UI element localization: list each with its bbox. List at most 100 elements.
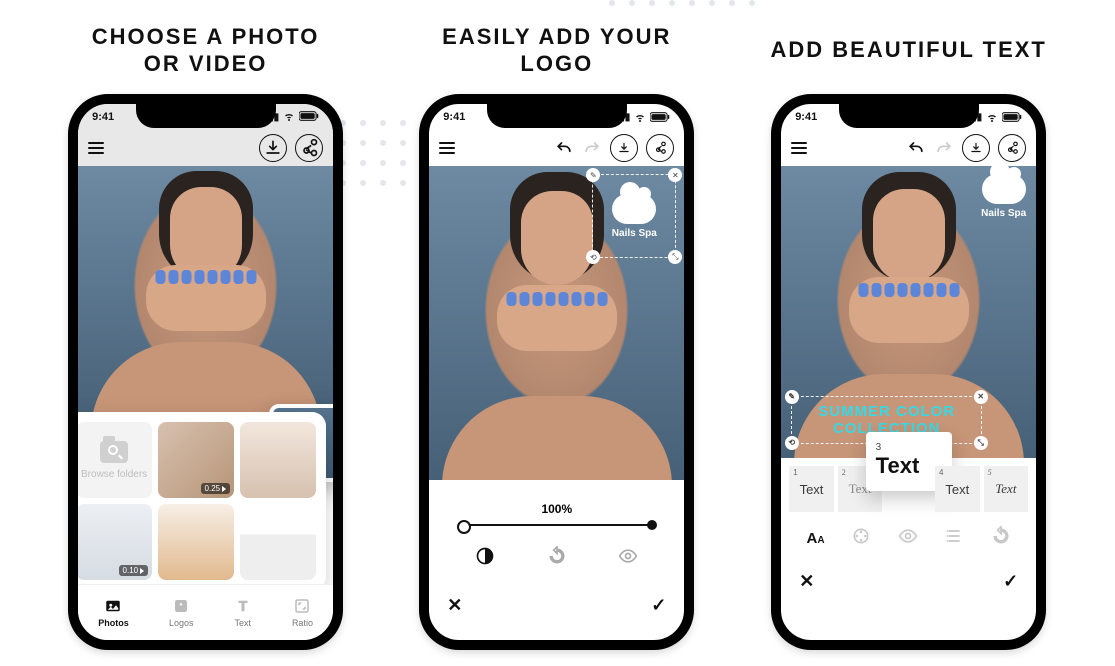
tab-label: Text (234, 618, 251, 628)
font-picker-row: 1 Text 2 Text 3 Text 4 Text (781, 458, 1036, 516)
zoom-value: 100% (541, 502, 572, 516)
font-option-5[interactable]: 5 Text (984, 466, 1029, 512)
tab-ratio[interactable]: Ratio (292, 597, 313, 628)
gallery-item[interactable] (240, 422, 316, 498)
spacing-tool[interactable] (944, 526, 964, 551)
folder-icon (100, 441, 128, 463)
share-button[interactable] (646, 134, 674, 162)
cancel-button[interactable]: ✕ (447, 595, 462, 616)
download-button[interactable] (610, 134, 638, 162)
browse-folders-cell[interactable]: Browse folders (76, 422, 152, 498)
font-index: 3 (876, 442, 942, 453)
phone-notch (487, 102, 627, 128)
battery-icon (1002, 112, 1022, 122)
logo-text: Nails Spa (612, 228, 657, 239)
top-bar (429, 130, 684, 166)
panel-add-logo: EASILY ADD YOUR LOGO 9:41 ▮▮▮▮ (419, 22, 694, 650)
menu-icon[interactable] (439, 142, 455, 154)
rotate-tool[interactable] (547, 546, 567, 571)
gallery-item[interactable] (240, 504, 316, 580)
panel-choose-photo: CHOOSE A PHOTO OR VIDEO 9:41 ▮▮▮▮ (68, 22, 343, 650)
edit-handle[interactable]: ✎ (586, 168, 600, 182)
menu-icon[interactable] (88, 142, 104, 154)
font-index: 5 (988, 468, 992, 477)
rotate-tool[interactable] (991, 526, 1011, 551)
font-sample: Text (995, 481, 1016, 497)
top-bar (781, 130, 1036, 166)
edit-handle[interactable]: ✎ (785, 390, 799, 404)
placed-logo[interactable]: Nails Spa (981, 174, 1026, 219)
download-button[interactable] (962, 134, 990, 162)
status-time: 9:41 (92, 111, 114, 123)
font-index: 2 (842, 468, 846, 477)
undo-button[interactable] (906, 138, 926, 158)
gallery-item[interactable]: 0.25 (158, 422, 234, 498)
tab-logos[interactable]: Logos (169, 597, 194, 628)
phone-frame-3: 9:41 ▮▮▮▮ (771, 94, 1046, 650)
font-sample: Text (945, 482, 969, 497)
font-option-1[interactable]: 1 Text (789, 466, 834, 512)
overlay-line: SUMMER COLOR (800, 403, 973, 420)
canvas-photo[interactable]: Nails Spa SUMMER COLOR COLLECTION ✎ ✕ ⟲ … (781, 166, 1036, 458)
confirm-row: ✕ ✓ (429, 585, 684, 630)
phone-frame-2: 9:41 ▮▮▮▮ (419, 94, 694, 650)
share-button[interactable] (998, 134, 1026, 162)
phone-frame-1: 9:41 ▮▮▮▮ (68, 94, 343, 650)
panel1-title: CHOOSE A PHOTO OR VIDEO (92, 22, 320, 78)
phone-notch (839, 102, 979, 128)
redo-button[interactable] (582, 138, 602, 158)
confirm-button[interactable]: ✓ (651, 595, 666, 616)
gallery-item[interactable]: 0.10 (76, 504, 152, 580)
tab-label: Ratio (292, 618, 313, 628)
text-tool-row: AA (781, 516, 1036, 561)
logo-graphic (612, 194, 656, 224)
close-handle[interactable]: ✕ (974, 390, 988, 404)
font-sample: Text (800, 482, 824, 497)
tab-label: Photos (98, 618, 129, 628)
gallery-item[interactable] (158, 504, 234, 580)
duration-badge: 0.25 (201, 483, 231, 494)
confirm-row: ✕ ✓ (781, 561, 1036, 606)
confirm-button[interactable]: ✓ (1003, 571, 1018, 592)
cancel-button[interactable]: ✕ (799, 571, 814, 592)
battery-icon (650, 112, 670, 122)
wifi-icon (283, 110, 295, 125)
tab-label: Logos (169, 618, 194, 628)
opacity-tool[interactable] (475, 546, 495, 571)
share-button[interactable] (295, 134, 323, 162)
tab-text[interactable]: Text (234, 597, 252, 628)
color-tool[interactable] (851, 526, 871, 551)
zoom-slider[interactable] (459, 524, 655, 526)
logo-graphic (982, 174, 1026, 204)
phone-notch (136, 102, 276, 128)
logo-text: Nails Spa (981, 208, 1026, 219)
status-time: 9:41 (795, 111, 817, 123)
gallery-panel: Browse folders 0.25 0.10 (68, 412, 326, 590)
logo-selection-box[interactable]: Nails Spa ✎ ✕ ⟲ ⤡ (592, 174, 676, 258)
zoom-control: 100% (429, 480, 684, 532)
browse-label: Browse folders (81, 469, 147, 480)
wifi-icon (986, 111, 998, 123)
visibility-tool[interactable] (898, 526, 918, 551)
download-button[interactable] (259, 134, 287, 162)
logo-tool-row (429, 532, 684, 585)
visibility-tool[interactable] (618, 546, 638, 571)
font-option-4[interactable]: 4 Text (935, 466, 980, 512)
panel-add-text: ADD BEAUTIFUL TEXT 9:41 ▮▮▮▮ (771, 22, 1047, 650)
panel2-title: EASILY ADD YOUR LOGO (442, 22, 671, 78)
font-tool[interactable]: AA (806, 530, 824, 547)
battery-icon (299, 111, 319, 124)
font-index: 1 (793, 468, 797, 477)
tab-photos[interactable]: Photos (98, 597, 129, 628)
font-index: 4 (939, 468, 943, 477)
canvas-photo[interactable] (78, 166, 333, 426)
redo-button[interactable] (934, 138, 954, 158)
status-time: 9:41 (443, 111, 465, 123)
font-sample: Text (876, 453, 942, 479)
canvas-photo[interactable]: Nails Spa ✎ ✕ ⟲ ⤡ (429, 166, 684, 480)
menu-icon[interactable] (791, 142, 807, 154)
bottom-tabs: Photos Logos Text Ratio (78, 584, 333, 640)
duration-badge: 0.10 (119, 565, 149, 576)
top-bar (78, 130, 333, 166)
undo-button[interactable] (554, 138, 574, 158)
